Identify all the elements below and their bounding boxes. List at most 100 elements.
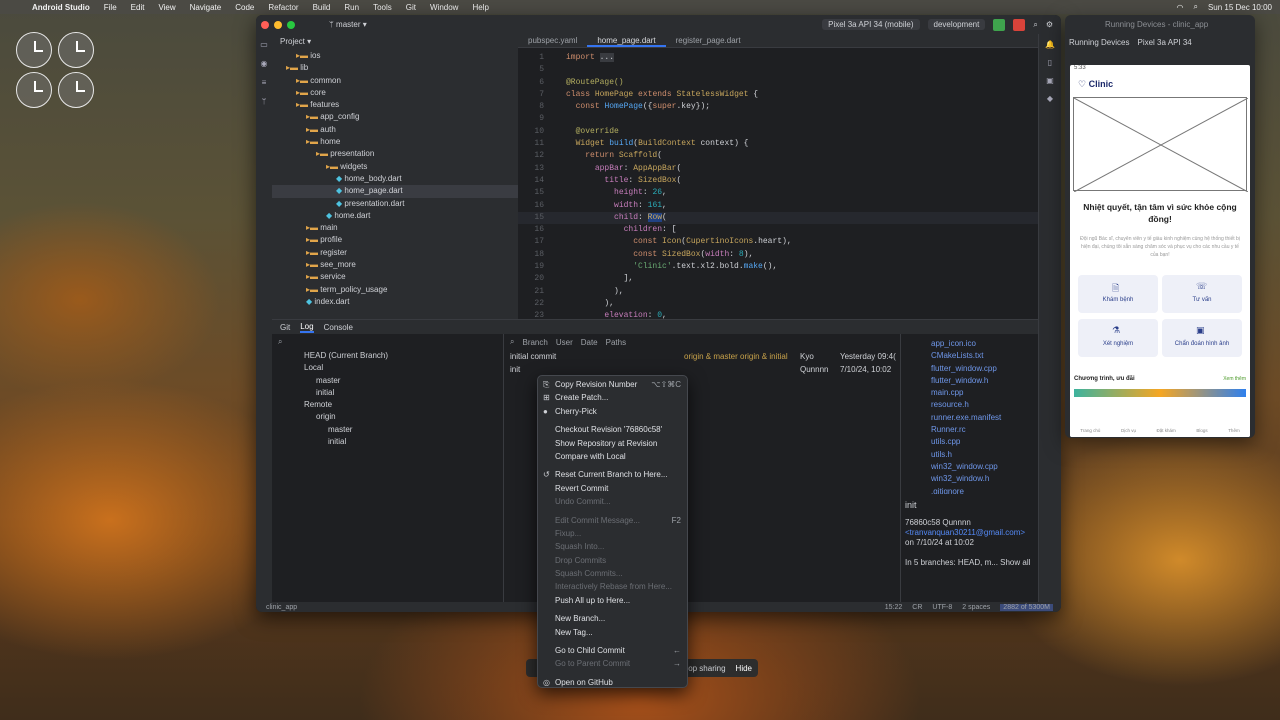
tree-node[interactable]: ▸▬ core <box>272 87 518 99</box>
menu-item-push-all-up-to-here[interactable]: Push All up to Here... <box>538 594 687 607</box>
service-card[interactable]: 🗎 Khám bệnh <box>1078 275 1158 313</box>
detail-branches[interactable]: In 5 branches: HEAD, m... Show all <box>905 558 1034 568</box>
status-memory[interactable]: 2882 of 5300M <box>1000 603 1053 611</box>
tree-node[interactable]: ▸▬ auth <box>272 124 518 136</box>
branch-selector[interactable]: ᛘ master ▾ <box>329 20 367 29</box>
commit-row[interactable]: initial commit origin & master origin & i… <box>504 350 900 363</box>
project-panel-header[interactable]: Project ▾ <box>272 34 518 50</box>
tab-git[interactable]: Git <box>280 323 290 332</box>
nav-item[interactable]: Dịch vụ <box>1121 428 1136 433</box>
changed-file[interactable]: flutter_window.cpp <box>931 363 1038 375</box>
menu-item-refactor[interactable]: Refactor <box>268 3 298 12</box>
clock-text[interactable]: Sun 15 Dec 10:00 <box>1208 3 1272 12</box>
menu-item-open-on-github[interactable]: ◎ Open on GitHub <box>538 676 687 689</box>
tree-node[interactable]: ▸▬ app_config <box>272 111 518 123</box>
menu-item-reset-current-branch-to-here[interactable]: ↺ Reset Current Branch to Here... <box>538 468 687 481</box>
status-project[interactable]: clinic_app <box>266 604 297 611</box>
search-icon[interactable]: ⌕ <box>1193 2 1197 12</box>
see-all-link[interactable]: Xem thêm <box>1223 376 1246 382</box>
menu-item-tools[interactable]: Tools <box>373 3 392 12</box>
branch-item[interactable]: Remote <box>272 399 503 411</box>
menu-item-help[interactable]: Help <box>472 3 488 12</box>
run-config-selector[interactable]: development <box>927 19 986 30</box>
tree-node[interactable]: ◆ home.dart <box>272 210 518 222</box>
status-indent[interactable]: 2 spaces <box>962 604 990 611</box>
nav-item[interactable]: Trang chủ <box>1080 428 1100 433</box>
changed-file[interactable]: resource.h <box>931 399 1038 411</box>
search-everywhere-icon[interactable]: ⌕ <box>1033 20 1037 30</box>
tab-register-page-dart[interactable]: register_page.dart <box>666 34 751 47</box>
changed-file[interactable]: .gitignore <box>931 486 1038 494</box>
filter-user[interactable]: User <box>556 338 573 347</box>
filter-date[interactable]: Date <box>581 338 598 347</box>
menu-item-navigate[interactable]: Navigate <box>190 3 222 12</box>
device-manager-icon[interactable]: ▯ <box>1048 58 1052 67</box>
menu-item-file[interactable]: File <box>104 3 117 12</box>
tree-node[interactable]: ▸▬ widgets <box>272 161 518 173</box>
changed-file[interactable]: flutter_window.h <box>931 375 1038 387</box>
changed-file[interactable]: runner.exe.manifest <box>931 412 1038 424</box>
menu-item-build[interactable]: Build <box>313 3 331 12</box>
service-card[interactable]: ⚗ Xét nghiệm <box>1078 319 1158 357</box>
filter-branch[interactable]: Branch <box>522 338 547 347</box>
flutter-inspector-icon[interactable]: ◆ <box>1047 94 1053 103</box>
menu-item-copy-revision-number[interactable]: ⎘ Copy Revision Number ⌥⇧⌘C <box>538 378 687 391</box>
tab-log[interactable]: Log <box>300 322 314 333</box>
menu-item-show-repository-at-revision[interactable]: Show Repository at Revision <box>538 437 687 450</box>
tree-node[interactable]: ▸▬ term_policy_usage <box>272 284 518 296</box>
close-window-button[interactable] <box>261 20 269 29</box>
changed-file[interactable]: win32_window.cpp <box>931 461 1038 473</box>
changed-file[interactable]: win32_window.h <box>931 473 1038 485</box>
promo-banner[interactable] <box>1074 389 1246 397</box>
changed-file[interactable]: utils.cpp <box>931 436 1038 448</box>
run-icon[interactable] <box>993 18 1006 31</box>
commit-tool-icon[interactable]: ◉ <box>261 59 268 68</box>
tree-node[interactable]: ▸▬ ios <box>272 50 518 62</box>
app-name[interactable]: Android Studio <box>32 3 90 12</box>
nav-item[interactable]: Đặt khám <box>1157 428 1176 433</box>
menu-item-git[interactable]: Git <box>406 3 416 12</box>
branch-item[interactable]: origin <box>272 411 503 423</box>
tree-node[interactable]: ◆ index.dart <box>272 296 518 308</box>
device-tab[interactable]: Running Devices <box>1069 38 1129 47</box>
tree-node[interactable]: ◆ home_body.dart <box>272 173 518 185</box>
wifi-icon[interactable]: ◠ <box>1176 3 1183 12</box>
service-card[interactable]: ▣ Chẩn đoán hình ảnh <box>1162 319 1242 357</box>
git-tool-icon[interactable]: ᛘ <box>262 97 267 106</box>
running-devices-icon[interactable]: ▣ <box>1046 76 1054 85</box>
tab-pubspec-yaml[interactable]: pubspec.yaml <box>518 34 587 47</box>
tree-node[interactable]: ▸▬ service <box>272 271 518 283</box>
tree-node[interactable]: ▸▬ features <box>272 99 518 111</box>
tree-node[interactable]: ◆ home_page.dart <box>272 185 518 198</box>
tree-node[interactable]: ▸▬ common <box>272 75 518 87</box>
settings-icon[interactable]: ⚙ <box>1046 20 1053 29</box>
tree-node[interactable]: ▸▬ register <box>272 247 518 259</box>
nav-item[interactable]: Thêm <box>1228 428 1240 433</box>
status-position[interactable]: 15:22 <box>885 604 903 611</box>
tab-home-page-dart[interactable]: home_page.dart <box>587 34 666 47</box>
hide-button[interactable]: Hide <box>736 664 752 673</box>
filter-paths[interactable]: Paths <box>606 338 626 347</box>
code-editor[interactable]: pubspec.yaml home_page.dart register_page.… <box>518 34 1038 320</box>
menu-item-create-patch[interactable]: ⊞ Create Patch... <box>538 391 687 404</box>
changed-file[interactable]: Runner.rc <box>931 424 1038 436</box>
phone-screen[interactable]: 5:33 ♡ Clinic Nhiệt quyết, tận tâm vì sứ… <box>1070 65 1250 437</box>
menu-item-compare-with-local[interactable]: Compare with Local <box>538 450 687 463</box>
notifications-icon[interactable]: 🔔 <box>1045 40 1055 49</box>
status-encoding[interactable]: UTF-8 <box>932 604 952 611</box>
tree-node[interactable]: ▸▬ presentation <box>272 148 518 160</box>
changed-file[interactable]: main.cpp <box>931 387 1038 399</box>
tree-node[interactable]: ▸▬ see_more <box>272 259 518 271</box>
tree-node[interactable]: ▸▬ profile <box>272 234 518 246</box>
tree-node[interactable]: ▸▬ main <box>272 222 518 234</box>
branch-item[interactable]: Local <box>272 362 503 374</box>
menu-item-edit[interactable]: Edit <box>131 3 145 12</box>
menu-item-new-tag[interactable]: New Tag... <box>538 626 687 639</box>
changed-file[interactable]: CMakeLists.txt <box>931 350 1038 362</box>
menu-item-view[interactable]: View <box>158 3 175 12</box>
branch-item[interactable]: initial <box>272 436 503 448</box>
branch-item[interactable]: master <box>272 424 503 436</box>
code-area[interactable]: 1 import ... 5 6 @RoutePage() 7 class HomeP… <box>518 52 1038 323</box>
menu-item-revert-commit[interactable]: Revert Commit <box>538 482 687 495</box>
tree-node[interactable]: ◆ presentation.dart <box>272 198 518 210</box>
